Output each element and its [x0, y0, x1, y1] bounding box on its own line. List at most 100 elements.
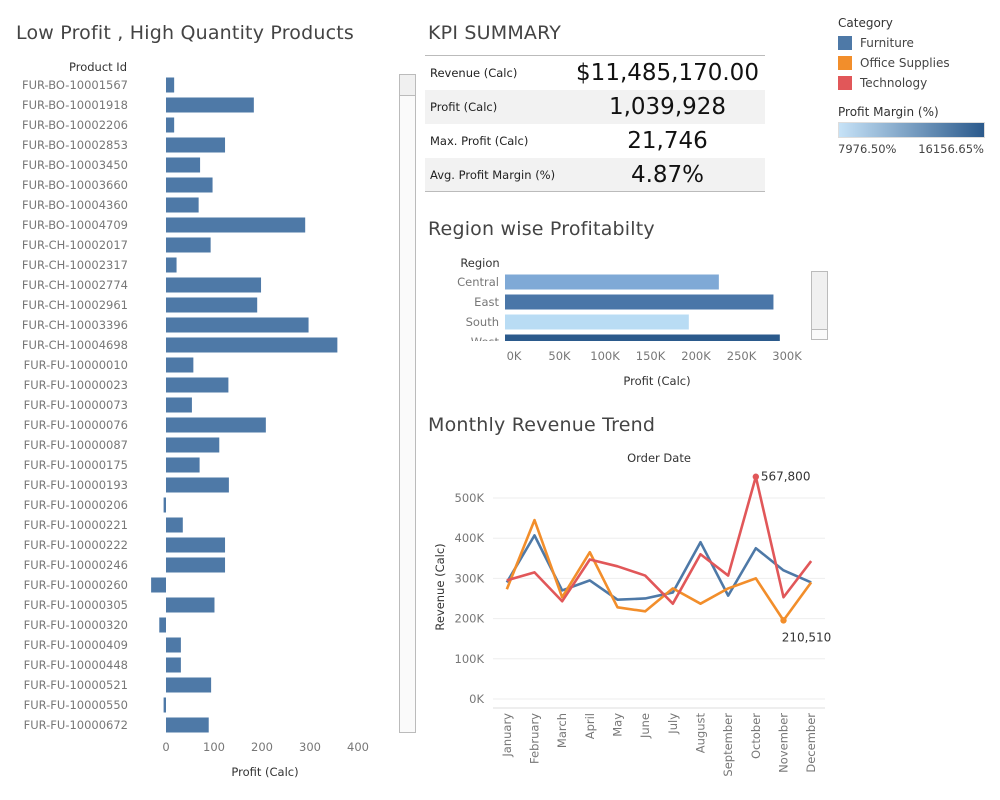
bar	[166, 717, 209, 733]
category-legend[interactable]: Category Furniture Office Supplies Techn…	[838, 16, 988, 93]
x-tick-label: 150K	[636, 349, 666, 363]
x-tick-label: March	[555, 713, 569, 748]
category-tick-label: FUR-CH-10002017	[22, 238, 128, 252]
kpi-label: Avg. Profit Margin (%)	[430, 168, 556, 182]
data-point	[752, 473, 760, 480]
bar	[166, 317, 309, 333]
y-axis-title: Product Id	[69, 60, 127, 74]
x-axis-title: Profit (Calc)	[231, 765, 298, 779]
y-tick-label: 200K	[455, 612, 485, 626]
y-axis-title: Revenue (Calc)	[433, 543, 447, 630]
legend-swatch	[838, 36, 852, 50]
region-scrollbar[interactable]	[811, 271, 828, 340]
x-tick-label: November	[777, 713, 791, 773]
y-axis-title: Region	[460, 256, 499, 270]
x-tick-label: 0K	[507, 349, 522, 363]
category-tick-label: FUR-FU-10000672	[24, 718, 128, 732]
x-tick-label: 250K	[727, 349, 757, 363]
margin-max-label: 16156.65%	[918, 142, 984, 156]
category-tick-label: FUR-FU-10000076	[24, 418, 128, 432]
category-tick-label: FUR-FU-10000222	[24, 538, 128, 552]
category-tick-label: FUR-BO-10002206	[22, 118, 128, 132]
bar	[163, 497, 166, 513]
category-tick-label: FUR-FU-10000521	[24, 678, 128, 692]
bar	[166, 197, 199, 213]
margin-legend-title: Profit Margin (%)	[838, 105, 939, 119]
category-tick-label: FUR-BO-10001918	[22, 98, 128, 112]
bar	[166, 237, 211, 253]
y-tick-label: 300K	[455, 571, 485, 585]
bar	[166, 437, 220, 453]
category-tick-label: FUR-FU-10000305	[24, 598, 128, 612]
low-profit-scroll-thumb[interactable]	[400, 75, 415, 96]
legend-item-furniture[interactable]: Furniture	[838, 33, 988, 53]
category-tick-label: FUR-FU-10000221	[24, 518, 128, 532]
bar	[166, 597, 215, 613]
x-tick-label: June	[638, 713, 652, 739]
category-tick-label: FUR-FU-10000246	[24, 558, 128, 572]
x-tick-label: 400	[347, 740, 369, 754]
kpi-bottom-divider	[425, 191, 765, 192]
category-tick-label: FUR-CH-10002961	[22, 298, 128, 312]
bar	[166, 677, 212, 693]
region-bars-group: Central East South West	[457, 274, 780, 349]
bar	[159, 617, 166, 633]
bar	[166, 477, 229, 493]
bar	[166, 637, 181, 653]
category-tick-label: FUR-FU-10000320	[24, 618, 128, 632]
bar	[163, 697, 166, 713]
x-tick-label: July	[666, 713, 680, 735]
data-point	[780, 617, 787, 624]
bar	[166, 297, 258, 313]
bar	[166, 157, 201, 173]
x-tick-label: 0	[162, 740, 169, 754]
category-tick-label: FUR-FU-10000073	[24, 398, 128, 412]
low-profit-scrollbar[interactable]	[399, 74, 416, 733]
x-tick-label: 200K	[681, 349, 711, 363]
bar	[166, 357, 194, 373]
category-tick-label: FUR-FU-10000260	[24, 578, 128, 592]
category-tick-label: FUR-BO-10002853	[22, 138, 128, 152]
x-tick-label: May	[611, 713, 625, 737]
x-tick-label: 200	[251, 740, 273, 754]
bar	[166, 397, 192, 413]
y-tick-label: 400K	[455, 531, 485, 545]
category-tick-label: FUR-FU-10000010	[24, 358, 128, 372]
y-tick-label: 500K	[455, 491, 485, 505]
dashboard: Low Profit , High Quantity Products Prod…	[0, 0, 1000, 800]
y-tick-label: 100K	[455, 652, 485, 666]
kpi-row-revenue: Revenue (Calc) $11,485,170.00	[425, 56, 765, 90]
region-scroll-thumb[interactable]	[812, 272, 827, 330]
legend-item-technology[interactable]: Technology	[838, 73, 988, 93]
legend-swatch	[838, 56, 852, 70]
category-tick-label: FUR-CH-10002317	[22, 258, 128, 272]
category-tick-label: East	[474, 295, 499, 309]
x-tick-label: 100	[203, 740, 225, 754]
x-tick-label: December	[804, 713, 818, 773]
kpi-row-avg-margin: Avg. Profit Margin (%) 4.87%	[425, 158, 765, 192]
kpi-value: $11,485,170.00	[576, 60, 759, 86]
category-tick-label: FUR-BO-10004360	[22, 198, 128, 212]
bar	[505, 314, 689, 330]
bar	[166, 77, 175, 93]
category-tick-label: West	[471, 335, 500, 349]
region-bar-chart: Region Central East South West 0K 50K 100K 150K 2…	[457, 256, 802, 388]
data-label: 210,510	[782, 630, 832, 644]
kpi-title: KPI SUMMARY	[428, 22, 562, 44]
bar	[166, 257, 177, 273]
legend-label: Furniture	[860, 36, 914, 50]
category-tick-label: FUR-CH-10004698	[22, 338, 128, 352]
legend-item-office-supplies[interactable]: Office Supplies	[838, 53, 988, 73]
bar	[166, 97, 254, 113]
category-tick-label: FUR-FU-10000023	[24, 378, 128, 392]
category-tick-label: FUR-CH-10003396	[22, 318, 128, 332]
series-line	[506, 475, 813, 605]
kpi-value: 1,039,928	[608, 94, 727, 120]
bar	[166, 537, 226, 553]
bar	[166, 177, 213, 193]
x-axis-title: Order Date	[627, 451, 691, 465]
bar	[166, 337, 338, 353]
category-tick-label: FUR-CH-10002774	[22, 278, 128, 292]
x-tick-label: January	[500, 713, 514, 758]
bar	[505, 274, 719, 290]
